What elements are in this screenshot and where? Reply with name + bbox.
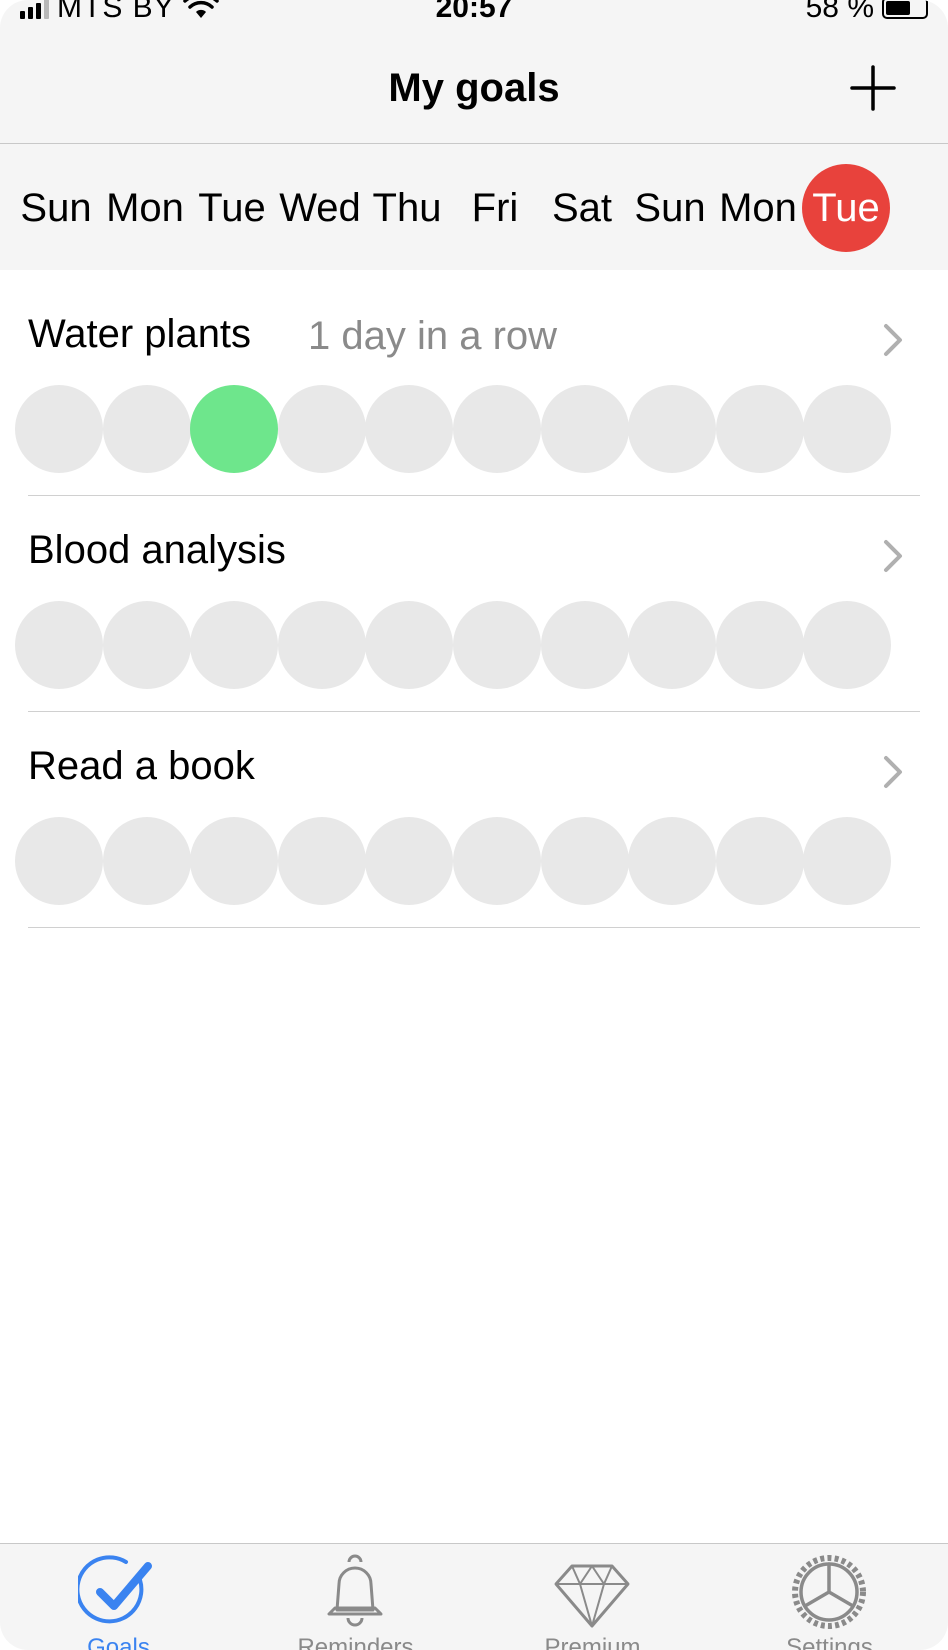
goal-title: Water plants [28,312,252,356]
day-dot-empty[interactable] [190,601,278,689]
bell-icon [327,1554,383,1627]
tab-premium[interactable]: Premium [474,1544,711,1650]
status-right: 58 % [806,0,928,28]
day-dot-empty[interactable] [541,601,629,689]
day-label-4[interactable]: Thu [364,164,450,252]
diamond-icon [554,1564,630,1628]
day-label-5[interactable]: Fri [452,164,538,252]
app-screen: MTS BY 20:57 58 % My goals Sun Mon Tue Wed T… [0,0,948,1650]
day-dots [15,385,935,473]
day-label-2[interactable]: Tue [189,164,275,252]
tab-settings-label: Settings [786,1634,873,1650]
day-label-6[interactable]: Sat [539,164,625,252]
battery-icon [882,0,928,19]
day-dot-empty[interactable] [628,817,716,905]
status-bar: MTS BY 20:57 58 % [0,0,948,28]
day-dot-empty[interactable] [103,385,191,473]
day-dot-completed[interactable] [190,385,278,473]
tab-premium-label: Premium [544,1634,641,1650]
day-dot-empty[interactable] [190,817,278,905]
day-dot-empty[interactable] [103,601,191,689]
day-dot-empty[interactable] [365,817,453,905]
day-dot-empty[interactable] [103,817,191,905]
goal-row[interactable]: Water plants 1 day in a row [0,270,948,496]
day-dot-empty[interactable] [803,601,891,689]
day-dot-empty[interactable] [541,817,629,905]
day-dot-empty[interactable] [278,601,366,689]
tab-settings[interactable]: Settings [711,1544,948,1650]
day-dot-empty[interactable] [716,601,804,689]
day-dot-empty[interactable] [453,601,541,689]
battery-percentage: 58 % [805,0,874,24]
goal-title: Read a book [28,744,255,788]
goal-row[interactable]: Read a book [0,702,948,928]
tab-reminders[interactable]: Reminders [237,1544,474,1650]
day-label-8[interactable]: Mon [715,164,801,252]
tab-bar: Goals Reminders Premium Settings [0,1543,948,1650]
page-title: My goals [388,66,560,110]
day-dot-empty[interactable] [365,601,453,689]
tab-goals-label: Goals [87,1634,150,1650]
day-dot-empty[interactable] [15,817,103,905]
gear-icon [792,1555,866,1629]
day-dot-empty[interactable] [803,817,891,905]
chevron-right-icon [884,756,902,788]
day-dot-empty[interactable] [541,385,629,473]
navigation-bar: My goals [0,28,948,144]
day-dots [15,817,935,905]
day-dot-empty[interactable] [278,817,366,905]
checkmark-circle-icon [78,1555,152,1624]
day-label-3[interactable]: Wed [277,164,363,252]
goal-row[interactable]: Blood analysis [0,486,948,712]
day-dot-empty[interactable] [628,601,716,689]
day-dot-empty[interactable] [716,817,804,905]
day-dot-empty[interactable] [453,817,541,905]
tab-reminders-label: Reminders [297,1634,414,1650]
goal-title: Blood analysis [28,528,286,572]
day-dot-empty[interactable] [365,385,453,473]
day-label-0[interactable]: Sun [13,164,99,252]
day-label-7[interactable]: Sun [627,164,713,252]
chevron-right-icon [884,324,902,356]
week-day-strip: Sun Mon Tue Wed Thu Fri Sat Sun Mon Tue [0,144,948,270]
day-dot-empty[interactable] [803,385,891,473]
day-dot-empty[interactable] [716,385,804,473]
day-dot-empty[interactable] [15,385,103,473]
day-dot-empty[interactable] [15,601,103,689]
day-dot-empty[interactable] [278,385,366,473]
day-label-9[interactable]: Tue [802,164,890,252]
row-divider [28,927,920,928]
day-dot-empty[interactable] [628,385,716,473]
day-dot-empty[interactable] [453,385,541,473]
chevron-right-icon [884,540,902,572]
add-goal-button[interactable] [848,63,898,113]
tab-goals[interactable]: Goals [0,1544,237,1650]
day-label-1[interactable]: Mon [102,164,188,252]
day-dots [15,601,935,689]
goal-streak: 1 day in a row [308,314,558,358]
